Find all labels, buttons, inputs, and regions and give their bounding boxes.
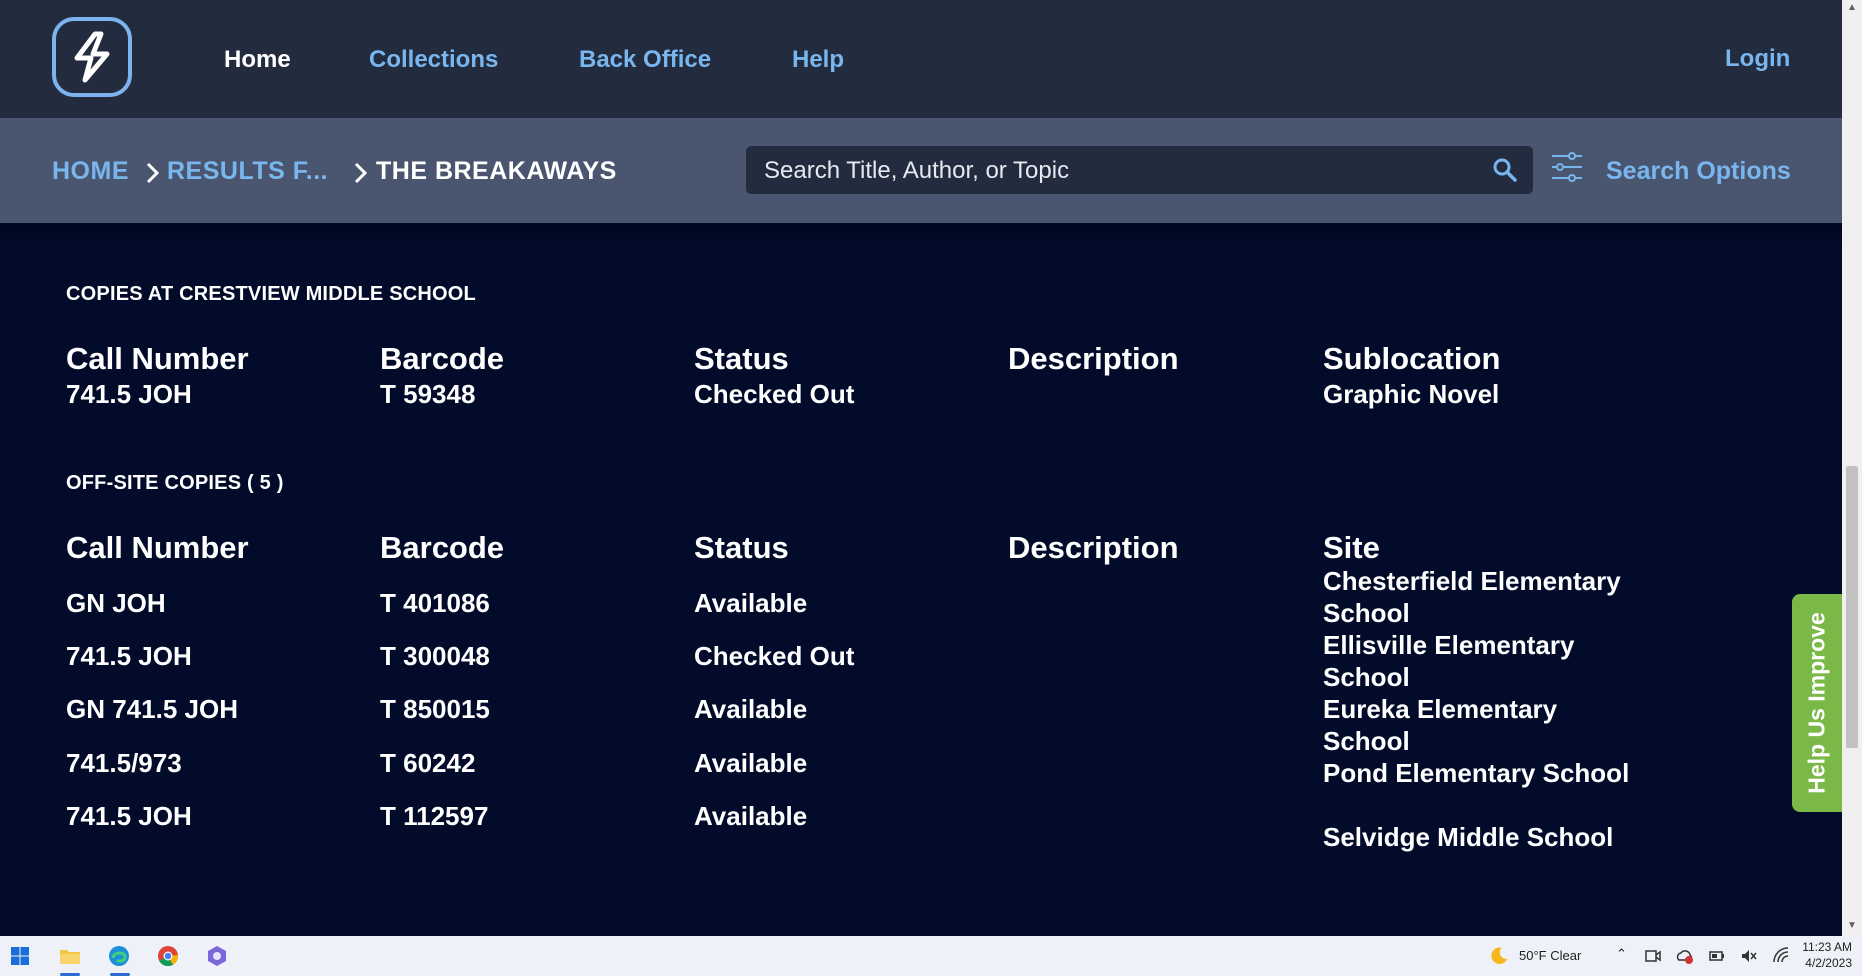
file-explorer-icon[interactable] xyxy=(58,944,82,968)
copilot-icon[interactable] xyxy=(205,944,229,968)
search-box xyxy=(746,146,1533,196)
breadcrumb-results[interactable]: RESULTS F... xyxy=(167,157,328,186)
barcode-cell: T 300048 xyxy=(380,641,490,671)
search-icon[interactable] xyxy=(1491,156,1519,184)
column-header: Barcode xyxy=(380,341,505,376)
offsite-copies-title: OFF-SITE COPIES ( 5 ) xyxy=(66,472,284,494)
weather-text[interactable]: 50°F Clear xyxy=(1519,948,1581,963)
search-options-button[interactable]: Search Options xyxy=(1606,157,1791,186)
call-number-cell: 741.5 JOH xyxy=(66,379,192,409)
status-cell: Checked Out xyxy=(694,641,855,671)
login-link[interactable]: Login xyxy=(1725,45,1790,73)
site-cell: Ellisville Elementary School xyxy=(1323,630,1575,692)
nav-help-link[interactable]: Help xyxy=(792,46,844,74)
barcode-cell: T 850015 xyxy=(380,694,490,724)
nav-back-office-link[interactable]: Back Office xyxy=(579,46,711,74)
edge-icon[interactable] xyxy=(107,944,131,968)
column-header: Status xyxy=(694,530,789,565)
call-number-cell: GN JOH xyxy=(66,588,166,618)
sublocation-cell: Graphic Novel xyxy=(1323,379,1500,409)
help-us-improve-tab[interactable]: Help Us Improve xyxy=(1792,594,1842,812)
library-logo-icon[interactable] xyxy=(52,17,132,97)
chrome-icon[interactable] xyxy=(156,944,180,968)
column-header: Call Number xyxy=(66,341,249,376)
call-number-cell: GN 741.5 JOH xyxy=(66,694,238,724)
status-cell: Available xyxy=(694,694,808,724)
windows-start-icon[interactable] xyxy=(8,944,32,968)
site-cell: Chesterfield Elementary School xyxy=(1323,566,1621,628)
sliders-icon[interactable] xyxy=(1550,150,1584,184)
call-number-cell: 741.5/973 xyxy=(66,748,182,778)
chevron-right-icon xyxy=(146,162,160,184)
nav-collections-link[interactable]: Collections xyxy=(369,46,498,74)
chevron-right-icon xyxy=(354,162,368,184)
column-header: Description xyxy=(1008,341,1179,376)
system-clock[interactable]: 11:23 AM 4/2/2023 xyxy=(1802,939,1852,971)
windows-taskbar: 50°F Clear ⌃ 11:23 AM 4/2/2023 xyxy=(0,936,1862,976)
local-copies-title: COPIES AT CRESTVIEW MIDDLE SCHOOL xyxy=(66,283,476,305)
search-input[interactable] xyxy=(762,146,1456,196)
column-header: Site xyxy=(1323,530,1380,565)
column-header: Call Number xyxy=(66,530,249,565)
volume-muted-icon[interactable] xyxy=(1740,947,1758,965)
breadcrumb-current: THE BREAKAWAYS xyxy=(376,157,617,185)
top-nav: Home Collections Back Office Help Login xyxy=(0,0,1842,118)
site-cell: Eureka Elementary School xyxy=(1323,694,1558,756)
column-header: Barcode xyxy=(380,530,505,565)
header-shadow xyxy=(0,223,1842,247)
clock-date: 4/2/2023 xyxy=(1805,956,1852,970)
column-header: Sublocation xyxy=(1323,341,1501,376)
status-cell: Available xyxy=(694,748,808,778)
site-cell: Selvidge Middle School xyxy=(1323,822,1614,852)
status-cell: Available xyxy=(694,588,808,618)
feedback-label: Help Us Improve xyxy=(1803,612,1830,794)
status-cell: Checked Out xyxy=(694,379,855,409)
logo-mark-icon xyxy=(74,31,110,83)
nav-home-link[interactable]: Home xyxy=(224,46,291,74)
column-header: Status xyxy=(694,341,789,376)
clock-time: 11:23 AM xyxy=(1802,940,1852,954)
scroll-up-icon[interactable]: ▲ xyxy=(1847,3,1857,13)
moon-weather-icon[interactable] xyxy=(1488,944,1510,968)
wifi-icon[interactable] xyxy=(1772,947,1790,965)
meet-now-icon[interactable] xyxy=(1644,947,1662,965)
barcode-cell: T 59348 xyxy=(380,379,476,409)
call-number-cell: 741.5 JOH xyxy=(66,641,192,671)
breadcrumb-home[interactable]: HOME xyxy=(52,157,129,186)
chevron-up-icon[interactable]: ⌃ xyxy=(1616,946,1627,962)
barcode-cell: T 60242 xyxy=(380,748,476,778)
barcode-cell: T 401086 xyxy=(380,588,490,618)
scrollbar-thumb[interactable] xyxy=(1846,466,1858,748)
battery-icon[interactable] xyxy=(1708,947,1726,965)
status-cell: Available xyxy=(694,801,808,831)
site-cell: Pond Elementary School xyxy=(1323,758,1630,788)
onedrive-error-icon[interactable] xyxy=(1676,947,1694,965)
column-header: Description xyxy=(1008,530,1179,565)
call-number-cell: 741.5 JOH xyxy=(66,801,192,831)
barcode-cell: T 112597 xyxy=(380,801,489,831)
scroll-down-icon[interactable]: ▼ xyxy=(1847,921,1857,931)
